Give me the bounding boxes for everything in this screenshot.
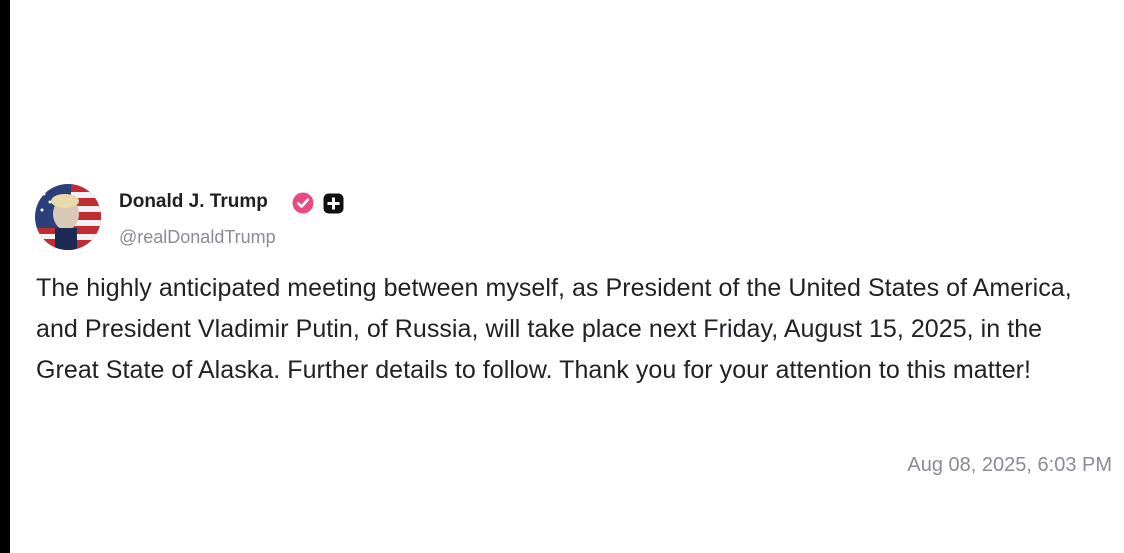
verified-badge-icon [292, 192, 314, 214]
post-card: Donald J. Trump @realDonaldTrump The hig… [0, 0, 1124, 553]
post-timestamp[interactable]: Aug 08, 2025, 6:03 PM [907, 454, 1112, 477]
author-display-name[interactable]: Donald J. Trump [119, 191, 268, 213]
profile-avatar[interactable] [35, 184, 101, 250]
author-handle[interactable]: @realDonaldTrump [119, 227, 276, 248]
post-text: The highly anticipated meeting between m… [36, 274, 1072, 384]
plus-badge-icon [323, 193, 344, 214]
